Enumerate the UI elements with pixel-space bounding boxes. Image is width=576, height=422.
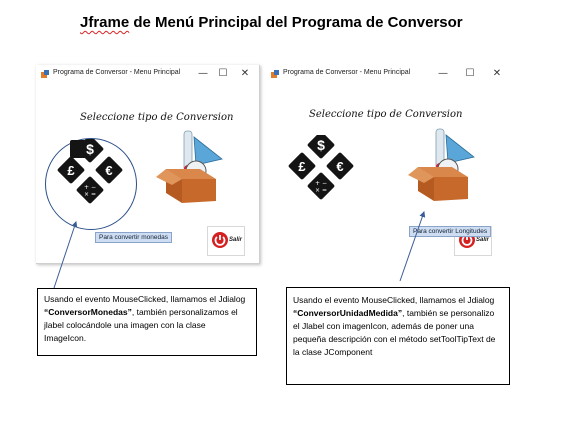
note-currency: Usando el evento MouseClicked, llamamos … xyxy=(37,288,257,356)
arrow-to-currency-icon xyxy=(53,221,78,289)
arrow-to-length-icon xyxy=(399,211,426,282)
note-text: Usando el evento MouseClicked, llamamos … xyxy=(44,294,246,304)
note-text: Usando el evento MouseClicked, llamamos … xyxy=(293,295,495,305)
note-dialog-name: “ConversorMonedas” xyxy=(44,307,132,317)
note-length: Usando el evento MouseClicked, llamamos … xyxy=(286,287,510,385)
note-dialog-name: “ConversorUnidadMedida” xyxy=(293,308,403,318)
